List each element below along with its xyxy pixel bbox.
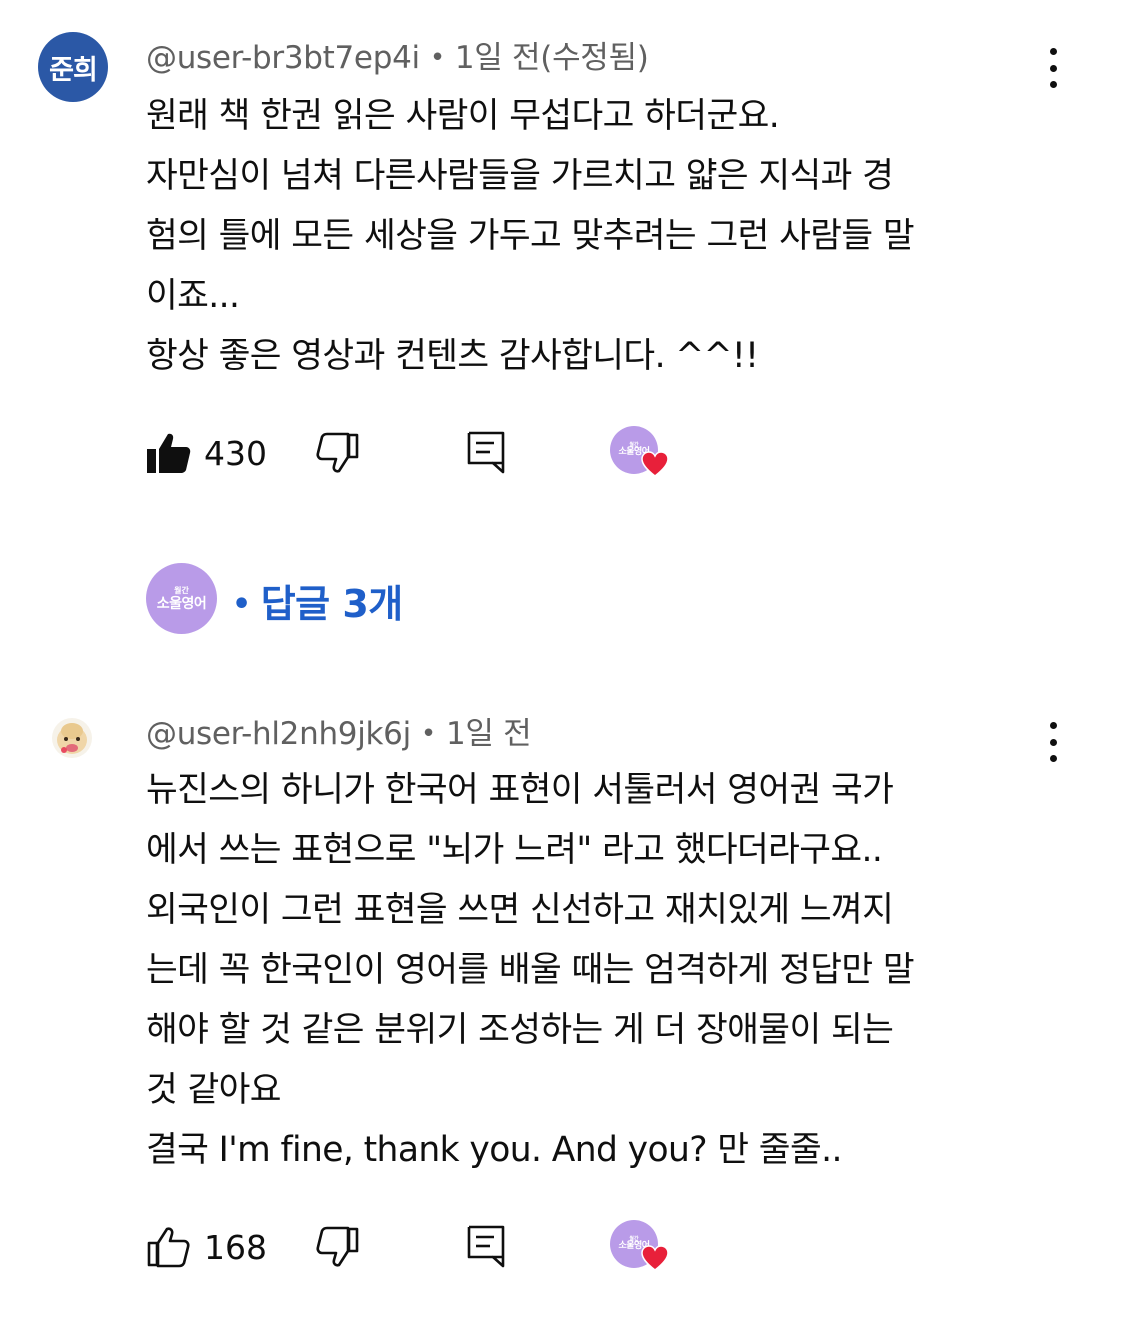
avatar-image [57, 723, 87, 754]
view-replies-link[interactable]: • 답글 3개 [232, 573, 403, 628]
thumbs-down-icon[interactable] [314, 1224, 360, 1270]
comment-line: 외국인이 그런 표현을 쓰면 신선하고 재치있게 느껴지 [146, 890, 894, 930]
more-options-icon[interactable] [1040, 722, 1066, 762]
view-replies-row[interactable]: 월간 소울영어 • 답글 3개 [146, 563, 646, 635]
like-count: 168 [204, 1228, 267, 1267]
timestamp: 1일 전(수정됨) [454, 40, 649, 76]
thumbs-up-icon[interactable] [146, 430, 192, 476]
separator-dot: • [420, 719, 436, 749]
separator-dot: • [429, 43, 445, 73]
comment-line: 는데 꼭 한국인이 영어를 배울 때는 엄격하게 정답만 말 [146, 950, 915, 990]
username[interactable]: @user-hl2nh9jk6j [146, 716, 411, 752]
heart-icon [641, 1245, 669, 1271]
replies-count-label: 답글 3개 [260, 582, 404, 626]
creator-heart-badge: 월간 소울영어 [610, 1220, 676, 1280]
comment-line: 것 같아요 [146, 1070, 282, 1110]
reply-icon[interactable] [466, 430, 506, 474]
comment-line: 결국 I'm fine, thank you. And you? 만 줄줄.. [146, 1130, 842, 1170]
comment-line: 자만심이 넘쳐 다른사람들을 가르치고 얇은 지식과 경 [146, 156, 894, 196]
creator-heart-badge: 월간 소울영어 [610, 426, 676, 486]
avatar[interactable] [52, 718, 92, 758]
like-count: 430 [204, 434, 267, 473]
creator-avatar: 월간 소울영어 [146, 563, 217, 634]
timestamp: 1일 전 [445, 716, 532, 752]
thumbs-down-icon[interactable] [314, 430, 360, 476]
comment-line: 험의 틀에 모든 세상을 가두고 맞추려는 그런 사람들 말 [146, 216, 915, 256]
avatar[interactable]: 준희 [38, 32, 108, 102]
comment-line: 에서 쓰는 표현으로 "뇌가 느려" 라고 했다더라구요.. [146, 830, 883, 870]
comment-line: 뉴진스의 하니가 한국어 표현이 서툴러서 영어권 국가 [146, 770, 894, 810]
comment-actions: 430 월간 소울영어 [146, 426, 706, 480]
comment-text: 원래 책 한권 읽은 사람이 무섭다고 하더군요. 자만심이 넘쳐 다른사람들을… [146, 86, 1046, 386]
comment-line: 해야 할 것 같은 분위기 조성하는 게 더 장애물이 되는 [146, 1010, 894, 1050]
comment-meta: @user-hl2nh9jk6j • 1일 전 [146, 708, 532, 753]
separator-dot: • [232, 587, 251, 622]
comment-line: 원래 책 한권 읽은 사람이 무섭다고 하더군요. [146, 96, 780, 136]
comment-meta: @user-br3bt7ep4i • 1일 전(수정됨) [146, 32, 649, 77]
username[interactable]: @user-br3bt7ep4i [146, 40, 420, 76]
comment-text: 뉴진스의 하니가 한국어 표현이 서툴러서 영어권 국가 에서 쓰는 표현으로 … [146, 760, 1046, 1180]
comment-line: 이죠... [146, 276, 240, 316]
heart-icon [641, 451, 669, 477]
reply-icon[interactable] [466, 1224, 506, 1268]
thumbs-up-icon[interactable] [146, 1224, 192, 1270]
more-options-icon[interactable] [1040, 48, 1066, 88]
comment-line: 항상 좋은 영상과 컨텐츠 감사합니다. ^^!! [146, 336, 759, 376]
comment-actions: 168 월간 소울영어 [146, 1220, 706, 1274]
